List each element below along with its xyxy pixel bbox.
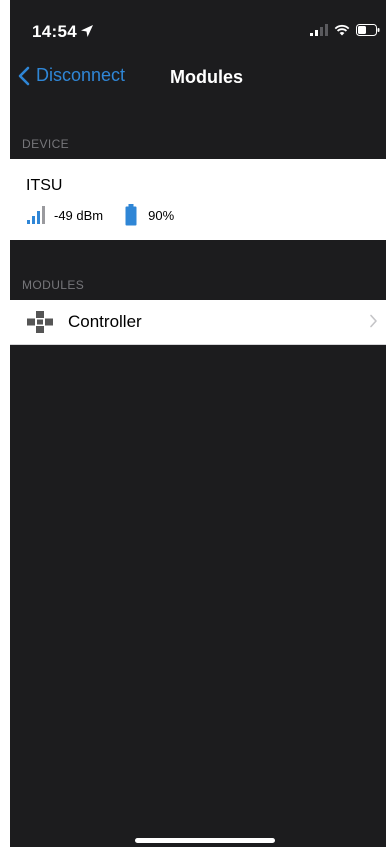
battery-stat: 90% [125,204,174,226]
module-label: Controller [68,312,142,331]
page-title: Modules [170,67,244,87]
status-battery-icon [356,24,380,36]
signal-strength-icon [27,206,45,224]
app-screen: 14:54 Disconnect Modules DEVICE ITSU -49… [0,0,388,847]
navigation-bar: Disconnect Modules [10,56,386,100]
status-time: 14:54 [32,22,77,41]
device-name: ITSU [26,177,63,194]
signal-value: -49 dBm [54,207,104,223]
battery-value: 90% [148,207,175,223]
module-row-controller[interactable]: Controller [10,300,386,345]
device-stats: -49 dBm 90% [26,204,174,226]
chevron-right-icon [370,314,377,328]
status-bar: 14:54 [10,0,386,56]
status-indicators [310,24,380,36]
back-label: Disconnect [36,65,126,85]
signal-stat: -49 dBm [26,205,103,225]
battery-icon [125,204,137,226]
chevron-left-icon [18,66,30,85]
modules-section-label: MODULES [22,278,85,292]
device-cell: ITSU -49 dBm 90% [10,159,386,240]
device-section-header: DEVICE [10,100,386,159]
disconnect-back-button[interactable]: Disconnect [18,65,125,86]
wifi-icon [334,24,350,36]
location-arrow-icon [81,25,93,37]
screen-edge-left [0,0,10,847]
cellular-signal-icon [310,24,328,36]
home-indicator[interactable] [135,838,275,843]
modules-section-header: MODULES [10,240,386,300]
device-section-label: DEVICE [22,137,70,151]
gamepad-icon [27,311,53,333]
